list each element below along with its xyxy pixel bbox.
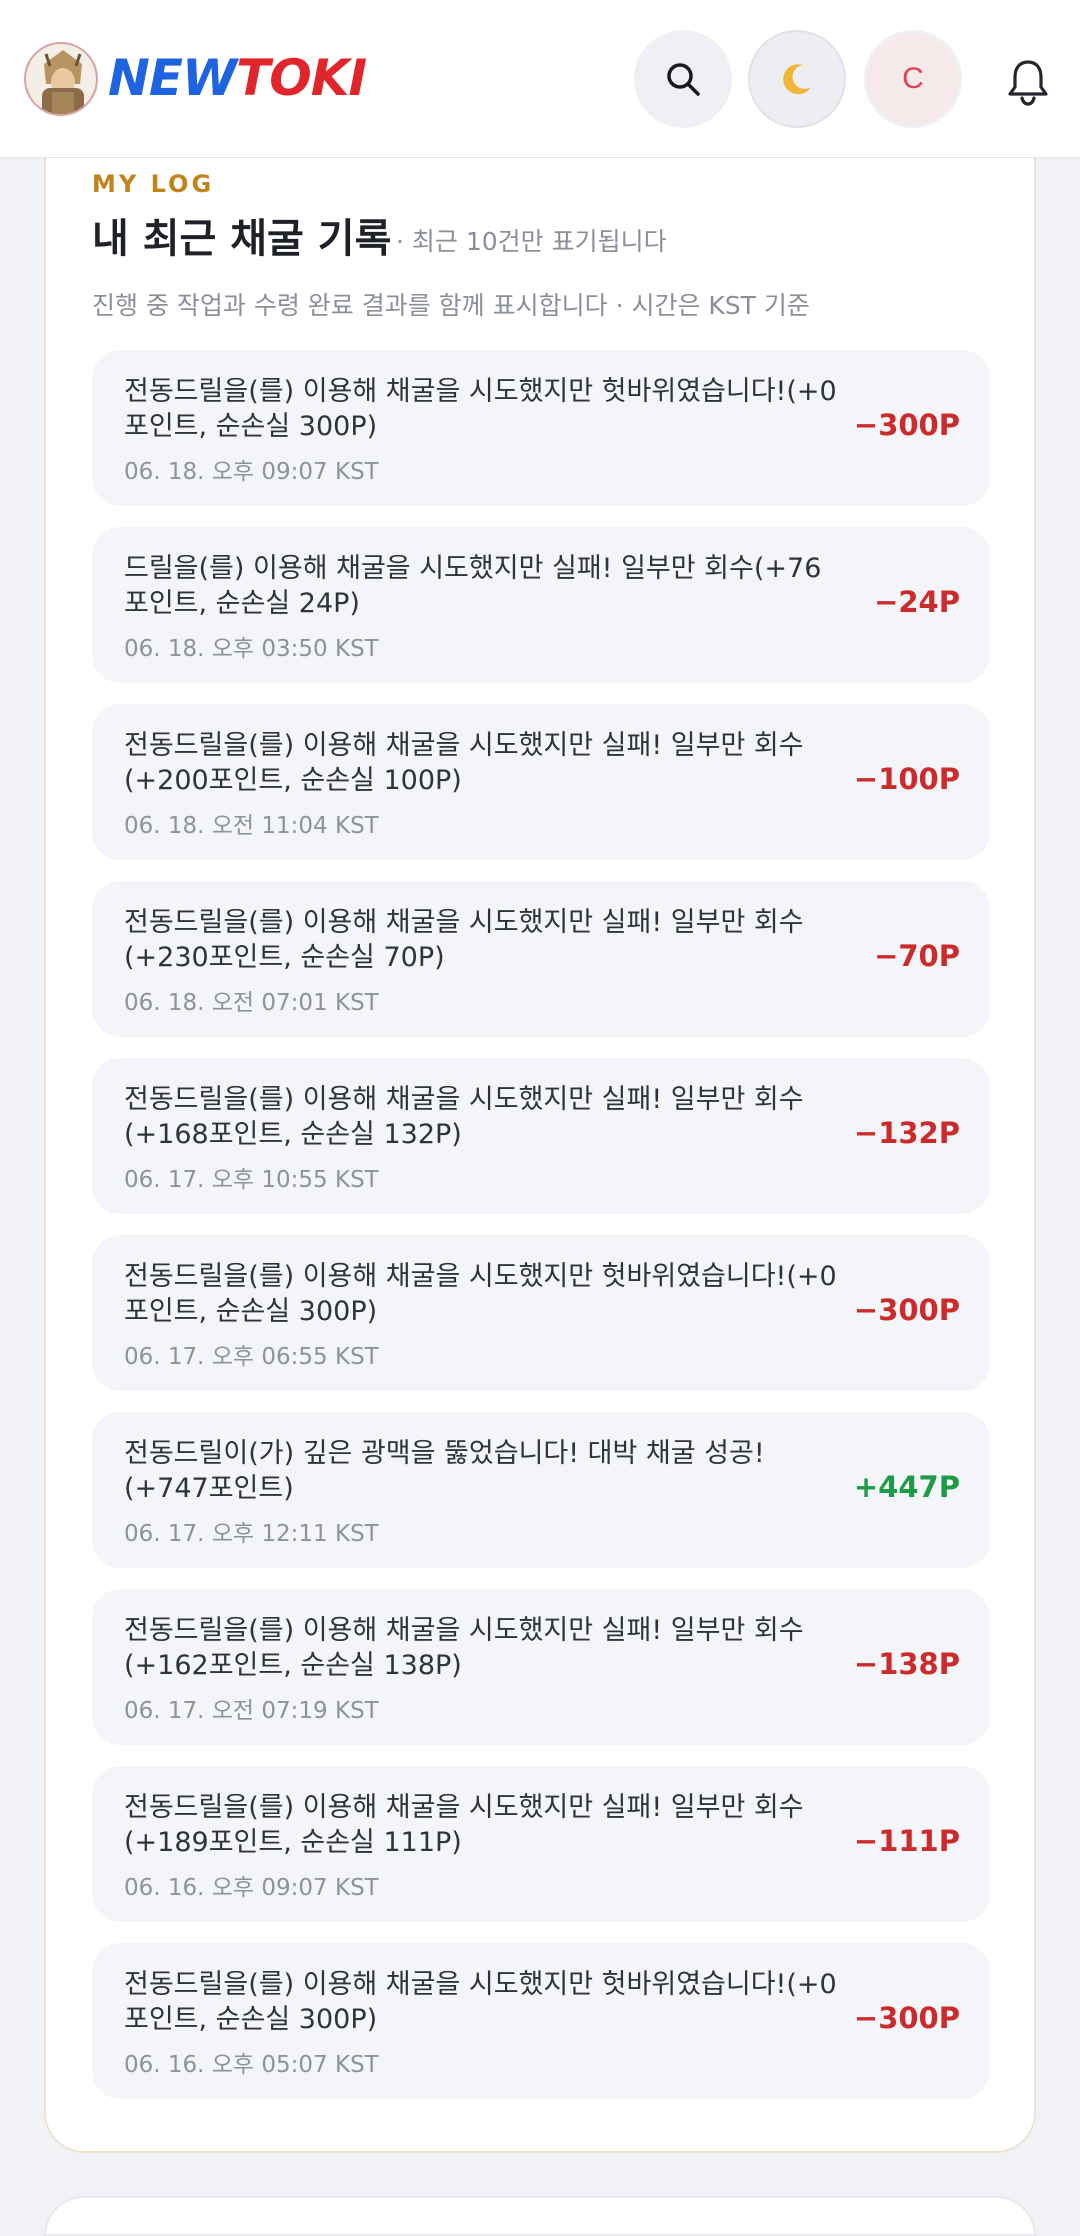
log-amount: −132P — [853, 1116, 960, 1150]
log-message: 전동드릴을(를) 이용해 채굴을 시도했지만 헛바위였습니다!(+0 포인트, … — [124, 1969, 837, 2035]
log-timestamp: 06. 16. 오후 05:07 KST — [124, 2052, 379, 2078]
list-item: 전동드릴이(가) 깊은 광맥을 뚫었습니다! 대박 채굴 성공!(+747포인트… — [92, 1412, 990, 1568]
list-item: 전동드릴을(를) 이용해 채굴을 시도했지만 헛바위였습니다!(+0 포인트, … — [92, 1235, 990, 1391]
character-icon — [26, 44, 96, 114]
log-timestamp: 06. 16. 오후 09:07 KST — [124, 1875, 379, 1901]
app-header: NEWTOKI C — [0, 0, 1080, 158]
log-amount: −300P — [853, 2001, 960, 2035]
site-logo-avatar[interactable] — [24, 42, 98, 116]
log-timestamp: 06. 17. 오후 06:55 KST — [124, 1344, 379, 1370]
log-timestamp: 06. 18. 오후 03:50 KST — [124, 636, 379, 662]
log-amount: −70P — [874, 939, 960, 973]
user-initial: C — [902, 62, 924, 95]
log-amount: −100P — [853, 762, 960, 796]
log-message: 전동드릴을(를) 이용해 채굴을 시도했지만 실패! 일부만 회수(+168포인… — [124, 1084, 804, 1150]
log-amount: −300P — [853, 408, 960, 442]
log-timestamp: 06. 18. 오전 07:01 KST — [124, 990, 379, 1016]
brand-logo-new: NEW — [108, 49, 237, 107]
list-item: 드릴을(를) 이용해 채굴을 시도했지만 실패! 일부만 회수(+76포인트, … — [92, 527, 990, 683]
log-amount: −24P — [874, 585, 960, 619]
list-item: 전동드릴을(를) 이용해 채굴을 시도했지만 실패! 일부만 회수(+189포인… — [92, 1766, 990, 1922]
log-timestamp: 06. 17. 오전 07:19 KST — [124, 1698, 379, 1724]
log-message: 전동드릴을(를) 이용해 채굴을 시도했지만 실패! 일부만 회수(+230포인… — [124, 907, 804, 973]
log-timestamp: 06. 17. 오후 12:11 KST — [124, 1521, 379, 1547]
log-amount: −111P — [853, 1824, 960, 1858]
log-message: 전동드릴을(를) 이용해 채굴을 시도했지만 실패! 일부만 회수(+200포인… — [124, 730, 804, 796]
bell-icon — [1008, 60, 1048, 106]
next-section-card — [44, 2196, 1036, 2236]
log-amount: +447P — [853, 1470, 960, 1504]
search-icon — [667, 63, 700, 96]
section-eyebrow: MY LOG — [92, 170, 215, 198]
list-item: 전동드릴을(를) 이용해 채굴을 시도했지만 실패! 일부만 회수(+162포인… — [92, 1589, 990, 1745]
page-title: 내 최근 채굴 기록 — [92, 216, 392, 262]
list-item: 전동드릴을(를) 이용해 채굴을 시도했지만 헛바위였습니다!(+0 포인트, … — [92, 350, 990, 506]
log-message: 전동드릴을(를) 이용해 채굴을 시도했지만 실패! 일부만 회수(+189포인… — [124, 1792, 804, 1858]
log-message: 전동드릴을(를) 이용해 채굴을 시도했지만 헛바위였습니다!(+0 포인트, … — [124, 1261, 837, 1327]
log-list: 전동드릴을(를) 이용해 채굴을 시도했지만 헛바위였습니다!(+0 포인트, … — [92, 350, 990, 2120]
log-message: 전동드릴을(를) 이용해 채굴을 시도했지만 헛바위였습니다!(+0 포인트, … — [124, 376, 837, 442]
log-timestamp: 06. 18. 오후 09:07 KST — [124, 459, 379, 485]
title-note: · 최근 10건만 표기됩니다 — [396, 227, 667, 256]
log-message: 드릴을(를) 이용해 채굴을 시도했지만 실패! 일부만 회수(+76포인트, … — [124, 553, 822, 619]
log-amount: −138P — [853, 1647, 960, 1681]
moon-icon — [783, 64, 811, 95]
brand-logo[interactable]: NEWTOKI — [108, 48, 367, 108]
user-avatar-button[interactable]: C — [864, 30, 962, 128]
theme-toggle-button[interactable] — [748, 30, 846, 128]
search-button[interactable] — [634, 30, 732, 128]
log-message: 전동드릴을(를) 이용해 채굴을 시도했지만 실패! 일부만 회수(+162포인… — [124, 1615, 804, 1681]
list-item: 전동드릴을(를) 이용해 채굴을 시도했지만 실패! 일부만 회수(+230포인… — [92, 881, 990, 1037]
mining-log-card: MY LOG 내 최근 채굴 기록 · 최근 10건만 표기됩니다 진행 중 작… — [44, 140, 1036, 2153]
log-timestamp: 06. 17. 오후 10:55 KST — [124, 1167, 379, 1193]
log-timestamp: 06. 18. 오전 11:04 KST — [124, 813, 379, 839]
list-item: 전동드릴을(를) 이용해 채굴을 시도했지만 실패! 일부만 회수(+200포인… — [92, 704, 990, 860]
log-amount: −300P — [853, 1293, 960, 1327]
log-message: 전동드릴이(가) 깊은 광맥을 뚫었습니다! 대박 채굴 성공!(+747포인트… — [124, 1438, 765, 1504]
notification-button[interactable] — [1000, 54, 1056, 110]
section-subtitle: 진행 중 작업과 수령 완료 결과를 함께 표시합니다 · 시간은 KST 기준 — [92, 291, 810, 320]
list-item: 전동드릴을(를) 이용해 채굴을 시도했지만 실패! 일부만 회수(+168포인… — [92, 1058, 990, 1214]
list-item: 전동드릴을(를) 이용해 채굴을 시도했지만 헛바위였습니다!(+0 포인트, … — [92, 1943, 990, 2099]
brand-logo-toki: TOKI — [236, 49, 367, 107]
